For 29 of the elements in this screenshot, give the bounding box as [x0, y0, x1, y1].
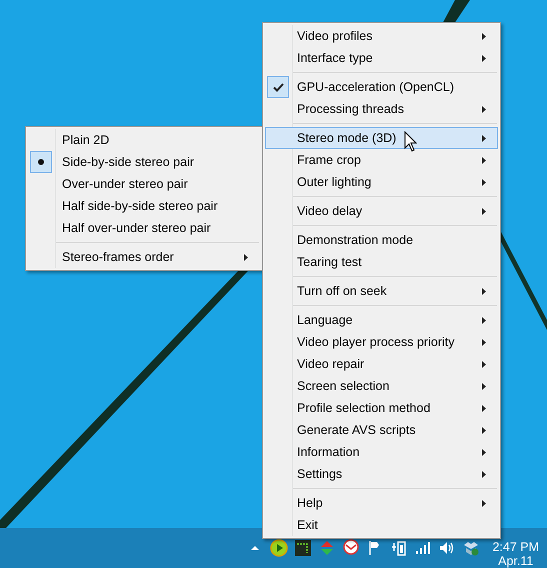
- menu-item[interactable]: Video repair: [265, 353, 498, 375]
- menu-item[interactable]: Profile selection method: [265, 397, 498, 419]
- menu-item[interactable]: Generate AVS scripts: [265, 419, 498, 441]
- clock-date[interactable]: Apr.11: [498, 554, 534, 568]
- menu-item[interactable]: Half side-by-side stereo pair: [28, 195, 260, 217]
- menu-item[interactable]: Settings: [265, 463, 498, 485]
- menu-item[interactable]: Video player process priority: [265, 331, 498, 353]
- menu-item[interactable]: Language: [265, 309, 498, 331]
- menu-item[interactable]: Demonstration mode: [265, 229, 498, 251]
- menu-item[interactable]: Tearing test: [265, 251, 498, 273]
- menu-item[interactable]: Turn off on seek: [265, 280, 498, 302]
- menu-item[interactable]: Stereo-frames order: [28, 246, 260, 268]
- menu-item[interactable]: Video delay: [265, 200, 498, 222]
- menu-item[interactable]: Side-by-side stereo pair: [28, 151, 260, 173]
- menu-item[interactable]: Video profiles: [265, 25, 498, 47]
- menu-item[interactable]: Exit: [265, 514, 498, 536]
- menu-item[interactable]: Screen selection: [265, 375, 498, 397]
- menu-item[interactable]: GPU-acceleration (OpenCL): [265, 76, 498, 98]
- menu-item[interactable]: Frame crop: [265, 149, 498, 171]
- menu-item[interactable]: Processing threads: [265, 98, 498, 120]
- menu-item[interactable]: Over-under stereo pair: [28, 173, 260, 195]
- clock-time[interactable]: 2:47 PM: [492, 540, 539, 554]
- menu-item[interactable]: Plain 2D: [28, 129, 260, 151]
- menu-item[interactable]: Stereo mode (3D): [265, 127, 498, 149]
- menu-item[interactable]: Half over-under stereo pair: [28, 217, 260, 239]
- menu-item[interactable]: Interface type: [265, 47, 498, 69]
- menu-item[interactable]: Information: [265, 441, 498, 463]
- menu-item[interactable]: Outer lighting: [265, 171, 498, 193]
- menu-item[interactable]: Help: [265, 492, 498, 514]
